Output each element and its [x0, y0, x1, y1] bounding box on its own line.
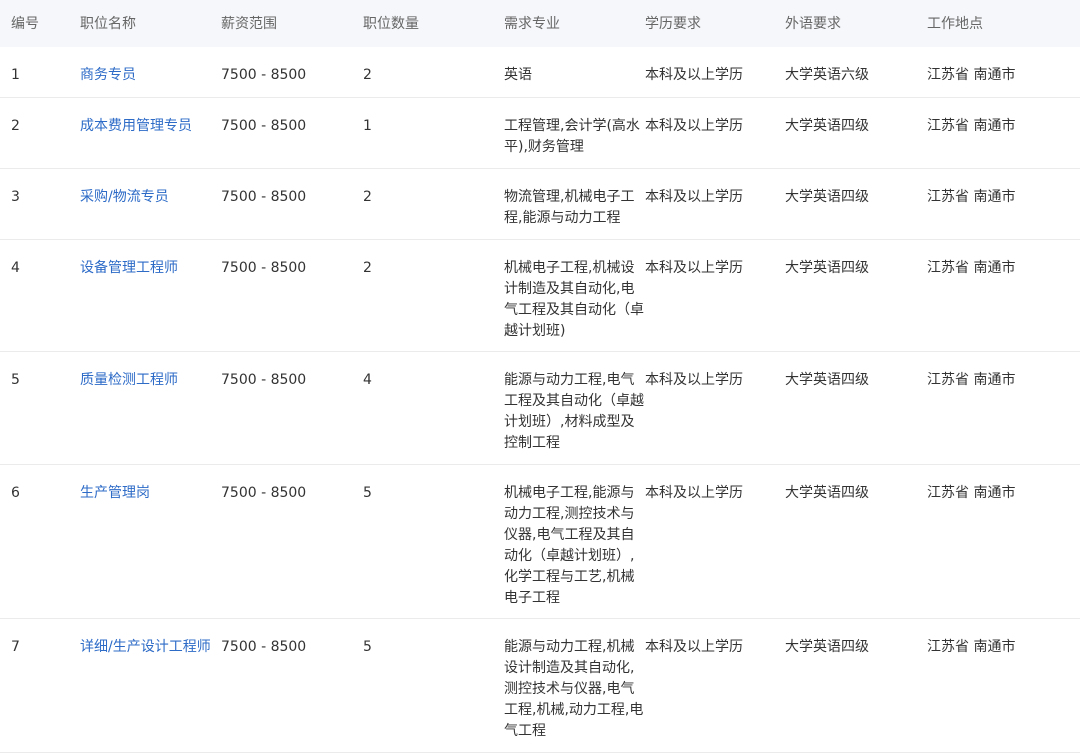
position-count: 5 — [363, 639, 372, 655]
position-count: 1 — [363, 118, 372, 134]
salary-range: 7500 - 8500 — [221, 372, 307, 388]
required-major: 机械电子工程,能源与动力工程,测控技术与仪器,电气工程及其自动化（卓越计划班）,… — [504, 485, 635, 606]
language-requirement: 大学英语四级 — [785, 118, 869, 134]
table-row: 5 质量检测工程师 7500 - 8500 4 能源与动力工程,电气工程及其自动… — [0, 352, 1080, 465]
required-major: 能源与动力工程,电气工程及其自动化（卓越计划班）,材料成型及控制工程 — [504, 372, 644, 451]
row-id: 7 — [11, 639, 20, 655]
salary-range: 7500 - 8500 — [221, 639, 307, 655]
education-requirement: 本科及以上学历 — [645, 485, 743, 501]
education-requirement: 本科及以上学历 — [645, 372, 743, 388]
header-language: 外语要求 — [785, 16, 841, 32]
language-requirement: 大学英语四级 — [785, 260, 869, 276]
position-count: 2 — [363, 189, 372, 205]
table-row: 3 采购/物流专员 7500 - 8500 2 物流管理,机械电子工程,能源与动… — [0, 169, 1080, 240]
position-count: 4 — [363, 372, 372, 388]
required-major: 英语 — [504, 67, 532, 83]
language-requirement: 大学英语四级 — [785, 485, 869, 501]
work-location: 江苏省 南通市 — [927, 372, 1016, 388]
job-title-link[interactable]: 设备管理工程师 — [80, 258, 178, 279]
position-count: 5 — [363, 485, 372, 501]
row-id: 4 — [11, 260, 20, 276]
job-title-link[interactable]: 生产管理岗 — [80, 483, 150, 504]
required-major: 物流管理,机械电子工程,能源与动力工程 — [504, 189, 635, 226]
header-title: 职位名称 — [80, 16, 136, 32]
language-requirement: 大学英语六级 — [785, 67, 869, 83]
table-row: 4 设备管理工程师 7500 - 8500 2 机械电子工程,机械设计制造及其自… — [0, 240, 1080, 352]
row-id: 1 — [11, 67, 20, 83]
row-id: 3 — [11, 189, 20, 205]
salary-range: 7500 - 8500 — [221, 67, 307, 83]
work-location: 江苏省 南通市 — [927, 67, 1016, 83]
language-requirement: 大学英语四级 — [785, 189, 869, 205]
position-count: 2 — [363, 67, 372, 83]
table-row: 2 成本费用管理专员 7500 - 8500 1 工程管理,会计学(高水平),财… — [0, 98, 1080, 169]
work-location: 江苏省 南通市 — [927, 485, 1016, 501]
salary-range: 7500 - 8500 — [221, 189, 307, 205]
work-location: 江苏省 南通市 — [927, 639, 1016, 655]
work-location: 江苏省 南通市 — [927, 260, 1016, 276]
job-title-link[interactable]: 采购/物流专员 — [80, 187, 169, 208]
position-count: 2 — [363, 260, 372, 276]
table-row: 1 商务专员 7500 - 8500 2 英语 本科及以上学历 大学英语六级 江… — [0, 47, 1080, 98]
required-major: 机械电子工程,机械设计制造及其自动化,电气工程及其自动化（卓越计划班) — [504, 260, 644, 339]
job-table: 编号 职位名称 薪资范围 职位数量 需求专业 学历要求 外语要求 工作地点 1 … — [0, 0, 1080, 753]
education-requirement: 本科及以上学历 — [645, 260, 743, 276]
table-header: 编号 职位名称 薪资范围 职位数量 需求专业 学历要求 外语要求 工作地点 — [0, 0, 1080, 47]
header-major: 需求专业 — [504, 16, 560, 32]
required-major: 能源与动力工程,机械设计制造及其自动化,测控技术与仪器,电气工程,机械,动力工程… — [504, 639, 644, 739]
salary-range: 7500 - 8500 — [221, 118, 307, 134]
language-requirement: 大学英语四级 — [785, 639, 869, 655]
required-major: 工程管理,会计学(高水平),财务管理 — [504, 118, 640, 155]
job-title-link[interactable]: 详细/生产设计工程师 — [80, 637, 211, 658]
row-id: 5 — [11, 372, 20, 388]
header-location: 工作地点 — [927, 16, 983, 32]
table-row: 6 生产管理岗 7500 - 8500 5 机械电子工程,能源与动力工程,测控技… — [0, 465, 1080, 619]
header-education: 学历要求 — [645, 16, 701, 32]
row-id: 6 — [11, 485, 20, 501]
salary-range: 7500 - 8500 — [221, 485, 307, 501]
education-requirement: 本科及以上学历 — [645, 118, 743, 134]
work-location: 江苏省 南通市 — [927, 118, 1016, 134]
header-count: 职位数量 — [363, 16, 419, 32]
job-title-link[interactable]: 质量检测工程师 — [80, 370, 178, 391]
header-salary: 薪资范围 — [221, 16, 277, 32]
salary-range: 7500 - 8500 — [221, 260, 307, 276]
table-row: 7 详细/生产设计工程师 7500 - 8500 5 能源与动力工程,机械设计制… — [0, 619, 1080, 753]
job-title-link[interactable]: 商务专员 — [80, 65, 136, 86]
header-id: 编号 — [11, 16, 39, 32]
language-requirement: 大学英语四级 — [785, 372, 869, 388]
job-title-link[interactable]: 成本费用管理专员 — [80, 116, 192, 137]
education-requirement: 本科及以上学历 — [645, 67, 743, 83]
work-location: 江苏省 南通市 — [927, 189, 1016, 205]
education-requirement: 本科及以上学历 — [645, 189, 743, 205]
row-id: 2 — [11, 118, 20, 134]
education-requirement: 本科及以上学历 — [645, 639, 743, 655]
